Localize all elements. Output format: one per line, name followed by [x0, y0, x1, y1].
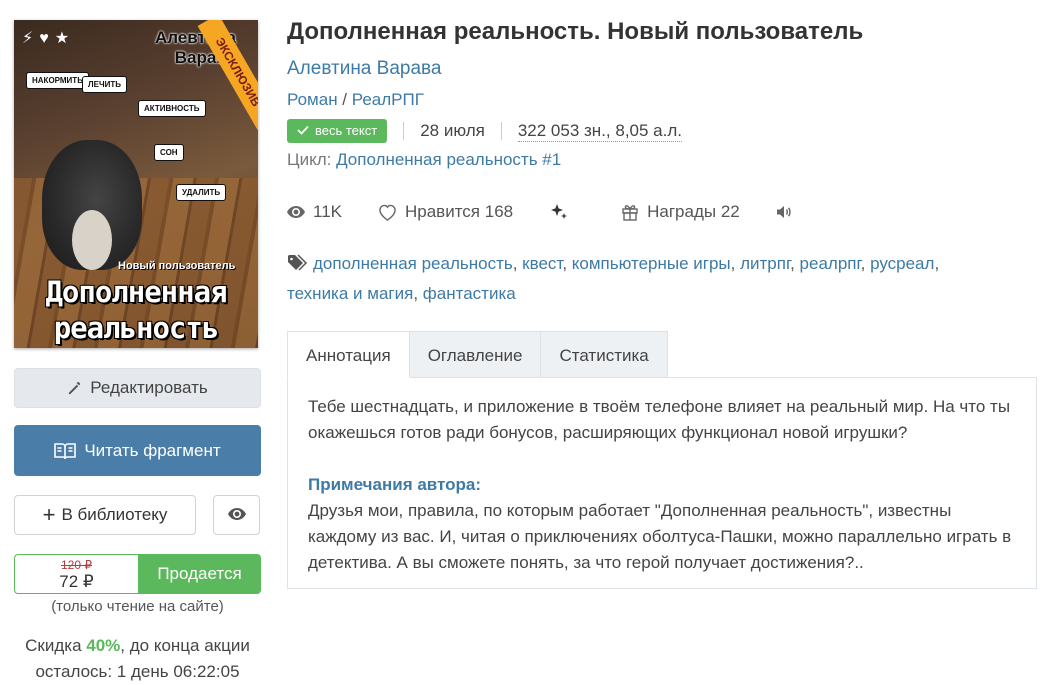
author-notes-text: Друзья мои, правила, по которым работает… [308, 501, 1012, 572]
awards-count: 22 [720, 202, 740, 221]
publish-date: 28 июля [420, 121, 485, 140]
price-box: 120 ₽ 72 ₽ [14, 554, 138, 594]
tag-link[interactable]: компьютерные игры [572, 254, 731, 273]
gift-icon [621, 203, 639, 221]
cover-bubble: АКТИВНОСТЬ [138, 100, 206, 117]
book-open-icon [54, 442, 77, 460]
discount-suffix: , до конца акции [120, 636, 250, 655]
discount-remaining: осталось: 1 день 06:22:05 [35, 662, 240, 681]
buy-button[interactable]: Продается [138, 554, 261, 594]
tab-contents[interactable]: Оглавление [409, 331, 542, 378]
add-to-library-label: В библиотеку [61, 505, 168, 524]
tag-link[interactable]: реалрпг [800, 254, 861, 273]
tag-link[interactable]: дополненная реальность [313, 254, 513, 273]
discount-info: Скидка 40%, до конца акции осталось: 1 д… [14, 633, 261, 685]
tab-annotation[interactable]: Аннотация [287, 331, 410, 378]
edit-button[interactable]: Редактировать [14, 368, 261, 408]
cover-icons: ⚡♥★ [22, 28, 75, 48]
cycle: Цикл: Дополненная реальность #1 [287, 149, 1037, 171]
read-fragment-label: Читать фрагмент [84, 440, 221, 460]
full-text-badge: весь текст [287, 119, 388, 143]
likes-label: Нравится [405, 202, 481, 221]
heart-icon [378, 204, 397, 221]
check-icon [297, 119, 309, 143]
genre-link[interactable]: РеалРПГ [352, 90, 424, 109]
buy-button-label: Продается [157, 564, 242, 583]
awards-label: Награды [647, 202, 717, 221]
stats-row: 11K Нравится 168 Награды 22 [287, 200, 1037, 224]
cycle-label: Цикл: [287, 150, 337, 169]
add-to-library-button[interactable]: + В библиотеку [14, 495, 196, 535]
plus-icon: + [42, 502, 56, 527]
cover-bubble: ЛЕЧИТЬ [82, 76, 127, 93]
eye-icon [227, 505, 246, 525]
tab-statistics[interactable]: Статистика [541, 331, 668, 378]
annotation-text: Тебе шестнадцать, и приложение в твоём т… [308, 397, 1011, 442]
genre-separator: / [337, 90, 352, 109]
reading-note: (только чтение на сайте) [51, 598, 224, 615]
full-text-label: весь текст [315, 123, 378, 138]
watch-button[interactable] [213, 495, 260, 535]
current-price: 72 ₽ [59, 572, 94, 591]
views-stat: 11K [287, 202, 342, 222]
old-price: 120 ₽ [61, 558, 92, 572]
exclusive-ribbon: ЭКСКЛЮЗИВ [197, 20, 258, 130]
tag-link[interactable]: квест [522, 254, 562, 273]
annotation-panel: Тебе шестнадцать, и приложение в твоём т… [287, 377, 1037, 589]
author-notes-title: Примечания автора: [308, 475, 482, 494]
discount-percent: 40% [86, 636, 121, 655]
eye-icon [287, 206, 305, 218]
tags-icon [287, 253, 309, 280]
book-title: Дополненная реальность. Новый пользовате… [287, 18, 864, 45]
sparkles-icon [549, 202, 569, 222]
tag-link[interactable]: фантастика [423, 284, 516, 303]
discount-line: Скидка 40%, до конца акции [14, 633, 261, 659]
likes-count: 168 [484, 202, 514, 221]
pencil-icon [67, 381, 82, 396]
meta-row: весь текст 28 июля 322 053 зн., 8,05 а.л… [287, 118, 1037, 144]
divider [500, 122, 502, 140]
cover-cat-belly [72, 210, 112, 270]
author-link[interactable]: Алевтина Варава [287, 57, 1037, 81]
cover-title-line2: реальность [53, 311, 220, 345]
audio-button[interactable] [776, 205, 800, 219]
cover-bubble: НАКОРМИТЬ [26, 72, 89, 89]
heart-icon: ♥ [39, 30, 55, 47]
discount-prefix: Скидка [25, 636, 87, 655]
star-icon: ★ [54, 30, 76, 47]
book-details: Дополненная реальность. Новый пользовате… [287, 16, 1037, 589]
tag-link[interactable]: русреал [870, 254, 934, 273]
views-count: 11K [313, 202, 342, 221]
genres: Роман / РеалРПГ [287, 89, 1037, 111]
cover-title: Дополненная реальность [18, 274, 254, 346]
like-button[interactable]: Нравится 168 [378, 202, 513, 222]
tabs: Аннотация Оглавление Статистика [287, 331, 668, 378]
book-size[interactable]: 322 053 зн., 8,05 а.л. [517, 121, 682, 142]
read-fragment-button[interactable]: Читать фрагмент [14, 425, 261, 476]
tags: дополненная реальность, квест, компьютер… [287, 253, 940, 303]
left-column: ⚡♥★ Алевтина Варава ЭКСКЛЮЗИВ НАКОРМИТЬ … [14, 20, 261, 681]
speaker-icon [776, 205, 792, 219]
awards-button[interactable]: Награды 22 [621, 202, 740, 222]
sparkle-button[interactable] [549, 202, 577, 222]
book-cover[interactable]: ⚡♥★ Алевтина Варава ЭКСКЛЮЗИВ НАКОРМИТЬ … [14, 20, 258, 348]
cover-bubble: УДАЛИТЬ [176, 184, 227, 201]
genre-link[interactable]: Роман [287, 90, 338, 109]
cover-subtitle: Новый пользователь [118, 260, 236, 272]
cycle-link[interactable]: Дополненная реальность #1 [336, 150, 561, 169]
cover-title-line1: Дополненная [45, 275, 227, 309]
tag-link[interactable]: литрпг [740, 254, 790, 273]
cover-bubble: СОН [154, 144, 184, 161]
tag-link[interactable]: техника и магия [287, 284, 413, 303]
edit-button-label: Редактировать [90, 378, 208, 397]
divider [403, 122, 405, 140]
bolt-icon: ⚡ [22, 30, 40, 47]
